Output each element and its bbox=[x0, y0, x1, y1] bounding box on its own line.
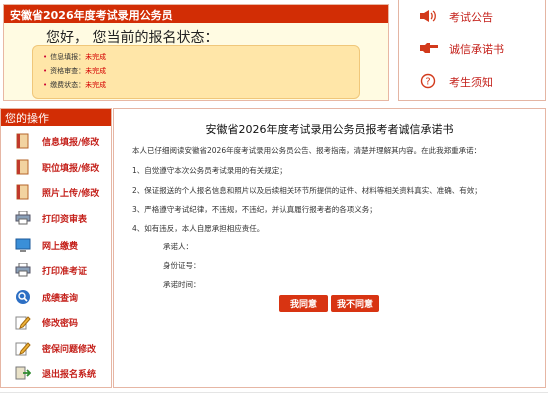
link-integrity-pledge[interactable]: 诚信承诺书 bbox=[419, 40, 504, 58]
pencil-icon bbox=[15, 340, 31, 356]
status-panel: 安徽省2026年度考试录用公务员 您好， 您当前的报名状态： • 信息填报：未完成… bbox=[3, 4, 389, 101]
status-label: 信息填报： bbox=[50, 53, 86, 61]
sidebar-item-position[interactable]: 职位填报/修改 bbox=[1, 155, 111, 179]
sidebar-item-payment[interactable]: 网上缴费 bbox=[1, 233, 111, 257]
printer-icon bbox=[15, 262, 31, 278]
pledge-intro: 本人已仔细阅读安徽省2026年度考试录用公务员公告、报考指南，清楚并理解其内容。… bbox=[132, 146, 482, 155]
sidebar-item-print-ticket[interactable]: 打印准考证 bbox=[1, 258, 111, 282]
pledge-item: 4、如有违反，本人自愿承担相应责任。 bbox=[132, 224, 265, 233]
sidebar-item-label: 成绩查询 bbox=[42, 293, 79, 304]
agree-button[interactable]: 我同意 bbox=[279, 295, 328, 312]
pledger-label: 承诺人： bbox=[163, 242, 193, 251]
book-icon bbox=[15, 184, 31, 200]
svg-text:?: ? bbox=[425, 76, 430, 87]
pledge-item: 1、自觉遵守本次公务员考试录用的有关规定； bbox=[132, 166, 287, 175]
status-row-payment: • 缴费状态：未完成 bbox=[43, 80, 106, 90]
pointing-hand-icon bbox=[419, 42, 438, 57]
link-label: 考试公告 bbox=[449, 11, 493, 24]
sidebar-item-score[interactable]: 成绩查询 bbox=[1, 285, 111, 309]
sidebar-item-info[interactable]: 信息填报/修改 bbox=[1, 129, 111, 153]
sidebar-item-label: 职位填报/修改 bbox=[42, 163, 100, 174]
bottom-divider bbox=[0, 392, 548, 393]
pledge-panel: 安徽省2026年度考试录用公务员报考者诚信承诺书 本人已仔细阅读安徽省2026年… bbox=[113, 108, 546, 388]
sidebar-item-label: 信息填报/修改 bbox=[42, 137, 100, 148]
greeting-text: 您好， 您当前的报名状态： bbox=[46, 30, 219, 46]
link-label: 考生须知 bbox=[449, 76, 493, 89]
bullet-icon: • bbox=[43, 81, 48, 89]
pledge-time-label: 承诺时间： bbox=[163, 280, 201, 289]
pledge-item: 2、保证报送的个人报名信息和照片以及后续相关环节所提供的证件、材料等相关资料真实… bbox=[132, 186, 482, 195]
sidebar-item-password[interactable]: 修改密码 bbox=[1, 310, 111, 334]
status-row-review: • 资格审查：未完成 bbox=[43, 66, 106, 76]
sidebar-item-label: 打印准考证 bbox=[42, 266, 88, 277]
link-exam-announcement[interactable]: 考试公告 bbox=[419, 8, 493, 26]
exit-icon bbox=[15, 365, 31, 381]
sidebar-item-photo[interactable]: 照片上传/修改 bbox=[1, 180, 111, 204]
status-title: 安徽省2026年度考试录用公务员 bbox=[10, 9, 173, 22]
sidebar-item-logout[interactable]: 退出报名系统 bbox=[1, 361, 111, 385]
sidebar-item-label: 网上缴费 bbox=[42, 241, 79, 252]
sidebar: 您的操作 信息填报/修改 职位填报/修改 照片上传/修改 打印资审表 网上缴费 … bbox=[0, 108, 112, 388]
link-label: 诚信承诺书 bbox=[449, 43, 504, 56]
pledge-title: 安徽省2026年度考试录用公务员报考者诚信承诺书 bbox=[205, 123, 454, 136]
status-body: 您好， 您当前的报名状态： • 信息填报：未完成 • 资格审查：未完成 • 缴费状态：… bbox=[4, 23, 388, 100]
status-label: 资格审查： bbox=[50, 67, 86, 75]
status-label: 缴费状态： bbox=[50, 81, 86, 89]
bullet-icon: • bbox=[43, 67, 48, 75]
speaker-icon bbox=[419, 9, 437, 26]
book-icon bbox=[15, 133, 31, 149]
sidebar-header: 您的操作 bbox=[1, 109, 111, 126]
question-circle-icon: ? bbox=[419, 73, 437, 92]
sidebar-item-label: 打印资审表 bbox=[42, 214, 88, 225]
sidebar-title: 您的操作 bbox=[5, 112, 49, 125]
sidebar-item-security-question[interactable]: 密保问题修改 bbox=[1, 336, 111, 360]
link-candidate-notice[interactable]: ? 考生须知 bbox=[419, 73, 493, 91]
sidebar-item-label: 退出报名系统 bbox=[42, 369, 97, 380]
bullet-icon: • bbox=[43, 53, 48, 61]
status-row-info: • 信息填报：未完成 bbox=[43, 52, 106, 62]
printer-icon bbox=[15, 210, 31, 226]
status-value: 未完成 bbox=[85, 67, 107, 75]
pencil-icon bbox=[15, 314, 31, 330]
sidebar-item-print-review[interactable]: 打印资审表 bbox=[1, 206, 111, 230]
status-list: • 信息填报：未完成 • 资格审查：未完成 • 缴费状态：未完成 bbox=[32, 45, 360, 99]
search-icon bbox=[15, 289, 31, 305]
disagree-button[interactable]: 我不同意 bbox=[331, 295, 379, 312]
pledge-item: 3、严格遵守考试纪律，不违规，不违纪，并认真履行报考者的各项义务； bbox=[132, 205, 377, 214]
status-value: 未完成 bbox=[85, 81, 107, 89]
sidebar-item-label: 密保问题修改 bbox=[42, 344, 97, 355]
status-value: 未完成 bbox=[85, 53, 107, 61]
monitor-icon bbox=[15, 237, 31, 253]
status-header: 安徽省2026年度考试录用公务员 bbox=[4, 5, 388, 23]
quick-links-panel: 考试公告 诚信承诺书 ? 考生须知 bbox=[398, 0, 546, 101]
id-number-label: 身份证号： bbox=[163, 261, 201, 270]
book-icon bbox=[15, 159, 31, 175]
sidebar-item-label: 照片上传/修改 bbox=[42, 188, 100, 199]
sidebar-item-label: 修改密码 bbox=[42, 318, 79, 329]
